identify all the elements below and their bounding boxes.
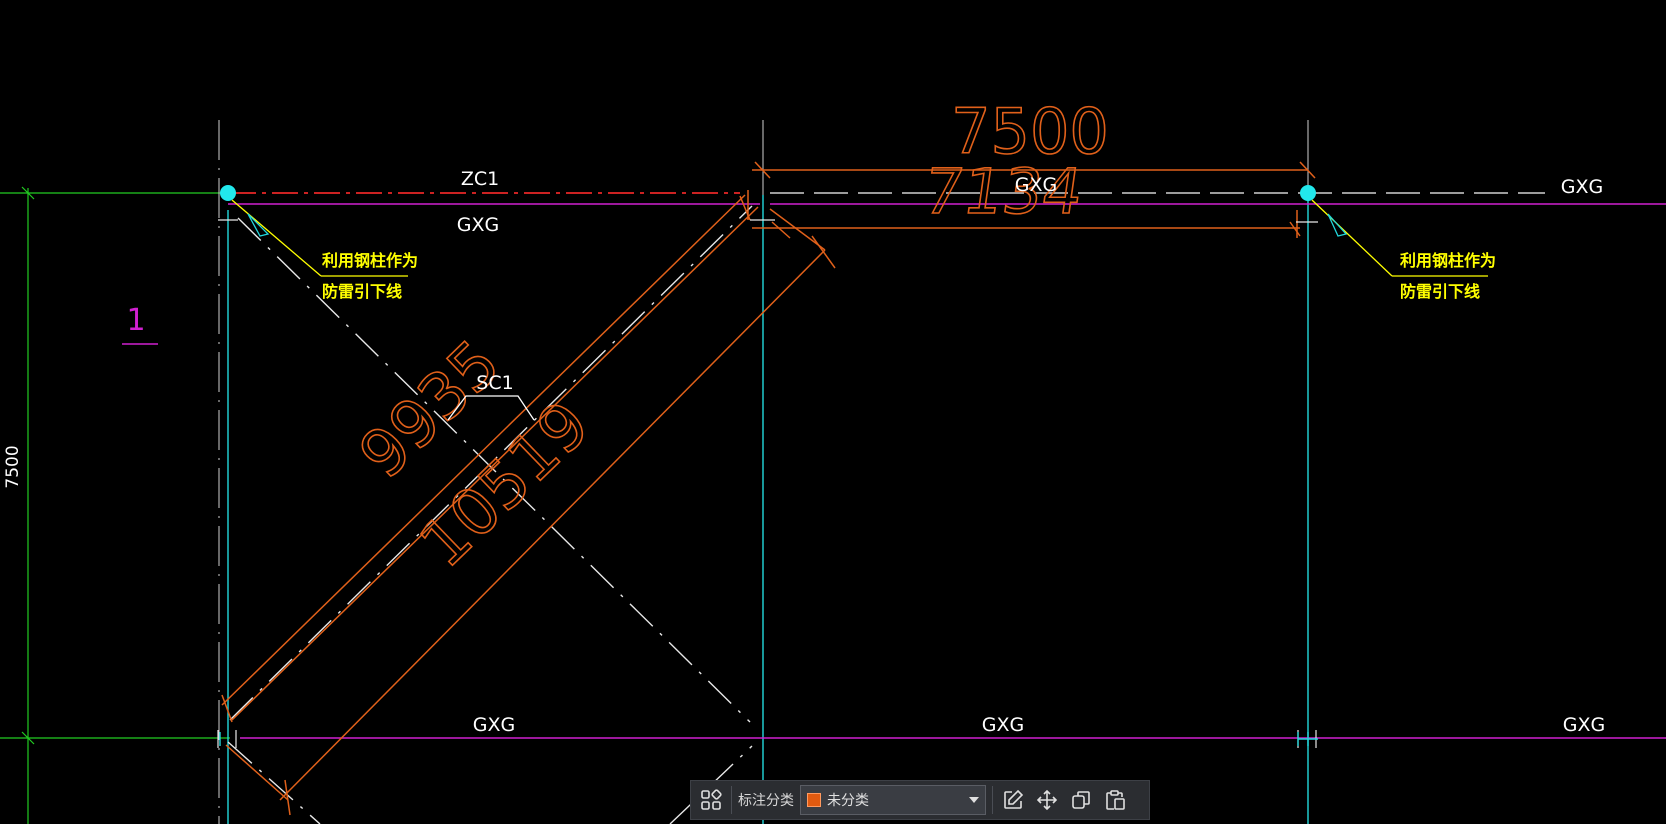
toolbar-divider [992,786,993,814]
dim-top-inner: 7134 [919,155,1087,228]
cad-drawing-canvas[interactable]: 7500 7134 9935 10519 7500 1 ZC1 GXG GXG … [0,0,1666,824]
toolbar-divider [731,786,732,814]
classify-dropdown[interactable]: 未分类 [800,785,986,815]
apps-grid-icon[interactable] [697,786,725,814]
note-right-line1: 利用钢柱作为 [1400,251,1496,270]
label-gxg-top-right: GXG [1561,176,1603,198]
label-zc1: ZC1 [461,168,499,190]
grid-marker-1: 1 [126,303,145,338]
label-gxg-bottom-right: GXG [1563,714,1605,736]
note-right-line2: 防雷引下线 [1400,282,1480,301]
note-left-line2: 防雷引下线 [322,282,402,301]
column-node-left[interactable] [220,185,236,201]
label-gxg-top-mid: GXG [1015,174,1057,196]
classify-selected-value: 未分类 [827,793,869,809]
annotation-toolbar: 标注分类 未分类 [690,780,1150,820]
paste-icon[interactable] [1101,786,1129,814]
label-sc1: SC1 [476,372,513,394]
label-gxg-top-left: GXG [457,214,499,236]
classify-label: 标注分类 [738,793,794,809]
move-icon[interactable] [1033,786,1061,814]
copy-icon[interactable] [1067,786,1095,814]
dim-left-vertical: 7500 [3,445,23,488]
category-color-swatch [807,793,821,807]
edit-icon[interactable] [999,786,1027,814]
note-left-line1: 利用钢柱作为 [322,251,418,270]
label-gxg-bottom-mid: GXG [982,714,1024,736]
chevron-down-icon [969,797,979,803]
column-node-right[interactable] [1300,185,1316,201]
label-gxg-bottom-left: GXG [473,714,515,736]
